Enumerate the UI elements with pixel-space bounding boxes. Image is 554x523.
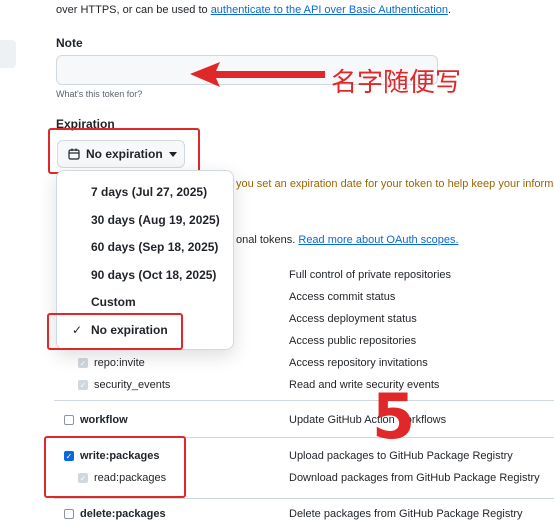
menu-item-90-days[interactable]: 90 days (Oct 18, 2025) xyxy=(57,262,233,288)
row-divider xyxy=(54,498,554,499)
menu-item-label: Custom xyxy=(91,295,136,309)
scope-desc-repo-deployment: Access deployment status xyxy=(289,313,417,325)
menu-item-label: 90 days (Oct 18, 2025) xyxy=(91,268,217,282)
menu-item-label: 7 days (Jul 27, 2025) xyxy=(91,185,208,199)
arrow-annotation-icon xyxy=(190,62,325,87)
highlight-expiration-box xyxy=(48,128,200,174)
intro-after: . xyxy=(447,4,452,16)
scope-desc-security-events: Read and write security events xyxy=(289,379,440,391)
menu-item-custom[interactable]: Custom xyxy=(57,289,233,315)
scope-desc-repo-status: Access commit status xyxy=(289,291,396,303)
annotation-number: 5 xyxy=(372,380,416,453)
sidebar-item xyxy=(0,40,16,68)
checkbox[interactable] xyxy=(64,415,74,425)
note-label: Note xyxy=(56,36,83,50)
row-divider xyxy=(54,400,554,401)
scope-name: delete:packages xyxy=(80,508,166,520)
oauth-scopes-link[interactable]: Read more about OAuth scopes. xyxy=(298,234,458,246)
highlight-no-expiration-box xyxy=(47,313,183,350)
scope-desc-repo-invite: Access repository invitations xyxy=(289,357,428,369)
scope-name: repo:invite xyxy=(94,357,145,369)
scopes-intro: onal tokens. Read more about OAuth scope… xyxy=(236,234,459,246)
checkbox[interactable]: ✓ xyxy=(78,358,88,368)
menu-item-30-days[interactable]: 30 days (Aug 19, 2025) xyxy=(57,207,233,233)
annotation-note-text: 名字随便写 xyxy=(331,68,462,98)
scope-name: workflow xyxy=(80,414,128,426)
menu-item-7-days[interactable]: 7 days (Jul 27, 2025) xyxy=(57,179,233,205)
scope-repo-invite[interactable]: ✓ repo:invite xyxy=(78,357,145,369)
scope-security-events[interactable]: ✓ security_events xyxy=(78,379,170,391)
scope-desc-repo: Full control of private repositories xyxy=(289,269,452,281)
basic-auth-link[interactable]: authenticate to the API over Basic Authe… xyxy=(211,4,448,16)
scope-workflow[interactable]: workflow xyxy=(64,414,128,426)
intro-text: over HTTPS, or can be used to authentica… xyxy=(56,4,451,16)
checkbox[interactable]: ✓ xyxy=(78,380,88,390)
checkbox[interactable] xyxy=(64,509,74,519)
menu-item-label: 60 days (Sep 18, 2025) xyxy=(91,240,219,254)
menu-item-label: 30 days (Aug 19, 2025) xyxy=(91,213,220,227)
highlight-packages-box xyxy=(44,436,186,498)
expiration-warning: you set an expiration date for your toke… xyxy=(236,178,554,190)
scope-desc-delete-packages: Delete packages from GitHub Package Regi… xyxy=(289,508,523,520)
menu-item-60-days[interactable]: 60 days (Sep 18, 2025) xyxy=(57,234,233,260)
scopes-intro-text: onal tokens. xyxy=(236,234,299,246)
note-help: What's this token for? xyxy=(56,89,143,99)
scope-desc-read-packages: Download packages from GitHub Package Re… xyxy=(289,472,540,484)
scope-desc-workflow: Update GitHub Action workflows xyxy=(289,414,447,426)
scope-name: security_events xyxy=(94,379,171,391)
scope-delete-packages[interactable]: delete:packages xyxy=(64,508,166,520)
intro-before: over HTTPS, or can be used to xyxy=(56,4,211,16)
scope-desc-public-repo: Access public repositories xyxy=(289,335,417,347)
